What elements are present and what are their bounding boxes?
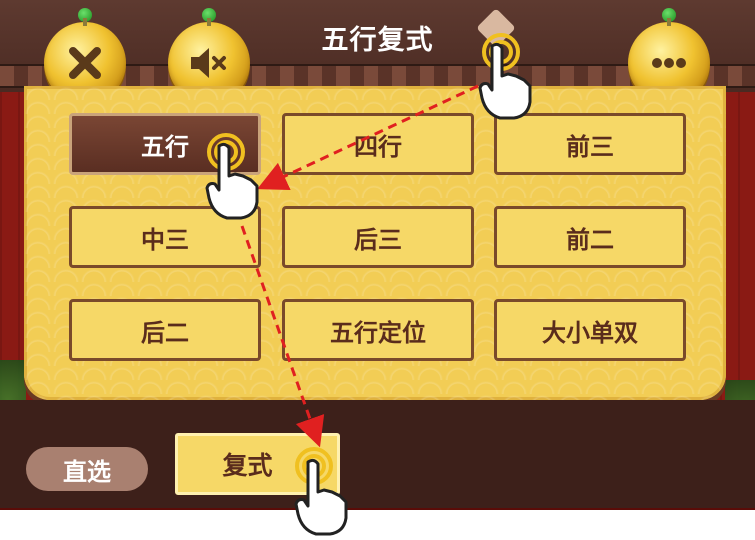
pointing-hand-icon bbox=[478, 42, 532, 120]
pointing-hand-icon bbox=[294, 458, 348, 536]
guide-arrow bbox=[240, 225, 325, 448]
pointing-hand-icon bbox=[205, 142, 259, 220]
guide-arrows bbox=[240, 84, 479, 448]
guide-arrow bbox=[257, 84, 479, 190]
